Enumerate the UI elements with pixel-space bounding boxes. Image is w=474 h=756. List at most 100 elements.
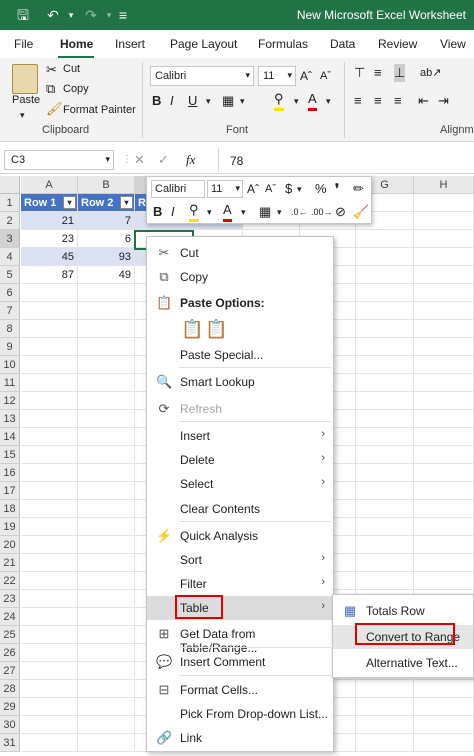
format-painter-icon[interactable]: ✏ (353, 180, 364, 198)
align-top-icon[interactable]: ⊤ (354, 64, 365, 82)
tab-home[interactable]: Home (60, 37, 93, 51)
grid-cell[interactable] (21, 572, 78, 590)
grid-cell[interactable] (414, 194, 474, 212)
grid-cell[interactable] (78, 428, 135, 446)
row-header[interactable]: 2 (0, 212, 20, 230)
grid-cell[interactable] (356, 572, 414, 590)
grid-cell[interactable] (356, 320, 414, 338)
grid-cell[interactable] (78, 698, 135, 716)
grid-cell[interactable] (21, 392, 78, 410)
table-cell[interactable]: 21 (21, 212, 78, 230)
paste-values-icon[interactable]: 📋 (205, 319, 227, 340)
grid-cell[interactable] (414, 212, 474, 230)
grid-cell[interactable] (356, 428, 414, 446)
menu-item-select[interactable]: Select › (147, 472, 333, 496)
grid-cell[interactable] (21, 698, 78, 716)
row-header[interactable]: 22 (0, 572, 20, 590)
grid-cell[interactable] (21, 590, 78, 608)
grid-cell[interactable] (21, 680, 78, 698)
font-color-icon[interactable]: A (223, 201, 232, 222)
grid-cell[interactable] (414, 446, 474, 464)
row-header[interactable]: 31 (0, 734, 20, 752)
fill-color-icon[interactable]: ⚲ (189, 201, 199, 222)
grid-cell[interactable] (356, 554, 414, 572)
bold-icon[interactable]: B (152, 92, 161, 110)
grid-cell[interactable] (78, 482, 135, 500)
fill-color-dropdown-icon[interactable]: ▾ (207, 203, 212, 221)
grid-cell[interactable] (21, 734, 78, 752)
customize-toolbar-icon[interactable]: ≡ (114, 6, 132, 24)
percent-icon[interactable]: % (315, 180, 327, 198)
grid-cell[interactable] (78, 554, 135, 572)
row-header[interactable]: 25 (0, 626, 20, 644)
table-cell[interactable]: 7 (78, 212, 135, 230)
row-header[interactable]: 30 (0, 716, 20, 734)
grid-cell[interactable] (414, 374, 474, 392)
row-header[interactable]: 11 (0, 374, 20, 392)
grid-cell[interactable] (356, 464, 414, 482)
menu-item-refresh[interactable]: ⟳ Refresh (147, 397, 333, 421)
row-header[interactable]: 26 (0, 644, 20, 662)
grid-cell[interactable] (21, 482, 78, 500)
currency-dropdown-icon[interactable]: ▾ (297, 180, 302, 198)
grid-cell[interactable] (356, 248, 414, 266)
align-right-icon[interactable]: ≡ (394, 92, 402, 110)
grid-cell[interactable] (21, 536, 78, 554)
menu-item-clear-contents[interactable]: Clear Contents (147, 497, 333, 521)
grid-cell[interactable] (78, 392, 135, 410)
table-header-cell[interactable]: Row 2 ▾ (78, 194, 135, 212)
mini-size-dropdown[interactable]: 11 ▾ (207, 180, 243, 198)
menu-item-pick-from-list[interactable]: Pick From Drop-down List... (147, 702, 333, 726)
grid-cell[interactable] (78, 356, 135, 374)
row-header[interactable]: 3 (0, 230, 20, 248)
paint-icon[interactable]: 🧹 (353, 203, 369, 221)
grid-cell[interactable] (21, 356, 78, 374)
decrease-indent-icon[interactable]: ⇤ (418, 92, 429, 110)
tab-data[interactable]: Data (330, 37, 355, 51)
grid-cell[interactable] (414, 734, 474, 752)
grid-cell[interactable] (21, 464, 78, 482)
grid-cell[interactable] (78, 644, 135, 662)
font-name-dropdown[interactable]: Calibri ▾ (150, 66, 254, 86)
insert-function-icon[interactable]: fx (186, 151, 195, 169)
menu-item-insert-comment[interactable]: 💬 Insert Comment (147, 650, 333, 674)
filter-dropdown-icon[interactable]: ▾ (63, 196, 76, 209)
redo-icon[interactable]: ↷ (82, 6, 100, 24)
grid-cell[interactable] (21, 428, 78, 446)
grid-cell[interactable] (414, 428, 474, 446)
menu-item-delete[interactable]: Delete › (147, 448, 333, 472)
grid-cell[interactable] (414, 680, 474, 698)
grid-cell[interactable] (78, 536, 135, 554)
grid-cell[interactable] (78, 320, 135, 338)
grid-cell[interactable] (414, 284, 474, 302)
grid-cell[interactable] (21, 644, 78, 662)
borders-icon[interactable]: ▦ (222, 92, 234, 110)
grid-cell[interactable] (414, 248, 474, 266)
grid-cell[interactable] (356, 410, 414, 428)
enter-icon[interactable]: ✓ (158, 151, 169, 169)
grid-cell[interactable] (78, 500, 135, 518)
grid-cell[interactable] (21, 320, 78, 338)
menu-item-filter[interactable]: Filter › (147, 572, 333, 596)
menu-item-format-cells[interactable]: ⊟ Format Cells... (147, 678, 333, 702)
row-header[interactable]: 23 (0, 590, 20, 608)
row-header[interactable]: 1 (0, 194, 20, 212)
tab-file[interactable]: File (14, 37, 33, 51)
grid-cell[interactable] (21, 608, 78, 626)
grid-cell[interactable] (414, 482, 474, 500)
grid-cell[interactable] (356, 536, 414, 554)
align-center-icon[interactable]: ≡ (374, 92, 382, 110)
borders-dropdown-icon[interactable]: ▾ (240, 92, 245, 110)
tab-page-layout[interactable]: Page Layout (170, 37, 237, 51)
grid-cell[interactable] (356, 374, 414, 392)
table-cell[interactable]: 45 (21, 248, 78, 266)
grid-cell[interactable] (21, 716, 78, 734)
grid-cell[interactable] (414, 464, 474, 482)
grid-cell[interactable] (21, 662, 78, 680)
decrease-font-icon[interactable]: Aˇ (265, 180, 276, 198)
underline-dropdown-icon[interactable]: ▾ (206, 92, 211, 110)
grid-cell[interactable] (78, 716, 135, 734)
grid-cell[interactable] (78, 410, 135, 428)
menu-item-copy[interactable]: ⧉ Copy (147, 265, 333, 289)
row-header[interactable]: 6 (0, 284, 20, 302)
